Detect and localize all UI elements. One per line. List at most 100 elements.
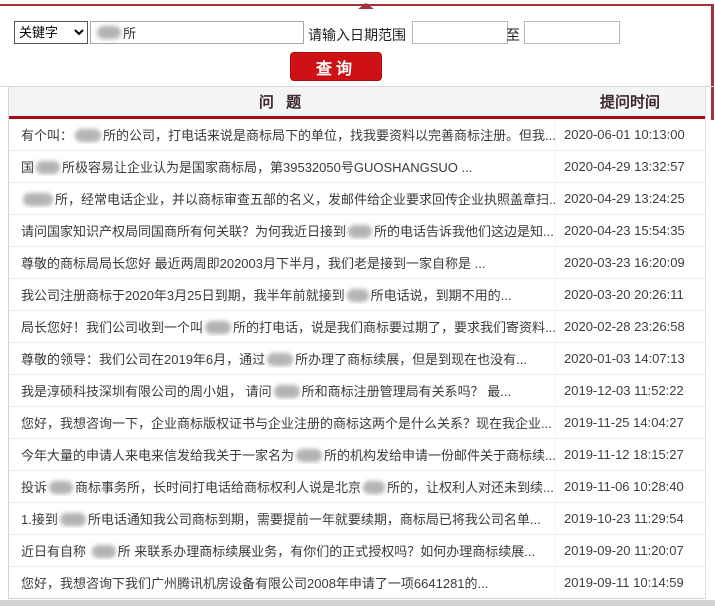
keyword-input-value: 所 <box>123 26 137 41</box>
table-body: 有个叫： 所的公司，打电话来说是商标局下的单位，找我要资料以完善商标注册。但我..… <box>9 119 705 598</box>
active-tab-indicator-triangle <box>358 3 374 9</box>
question-text: 请问国家知识产权局同国商所有何关联？为何我近日接到 <box>21 224 347 239</box>
question-cell[interactable]: 今年大量的申请人来电来信发给我关于一家名为 所的机构发给申请一份邮件关于商标续..… <box>9 445 555 464</box>
date-from-input[interactable] <box>412 21 508 44</box>
time-column-header: 提问时间 <box>599 94 660 111</box>
question-cell[interactable]: 我公司注册商标于2020年3月25日到期，我半年前就接到 所电话说，到期不用的..… <box>9 285 555 304</box>
question-cell[interactable]: 我是淳硕科技深圳有限公司的周小姐， 请问 所和商标注册管理局有关系吗？ 最... <box>9 381 555 400</box>
question-text: 1.接到 <box>21 512 58 527</box>
keyword-search-input[interactable]: 所 <box>90 21 304 44</box>
question-cell[interactable]: 局长您好！我们公司收到一个叫 所的打电话，说是我们商标要过期了，要求我们寄资料..… <box>9 317 555 336</box>
table-row[interactable]: 我公司注册商标于2020年3月25日到期，我半年前就接到 所电话说，到期不用的..… <box>9 279 705 311</box>
table-row[interactable]: 尊敬的领导：我们公司在2019年6月，通过 所办理了商标续展，但是到现在也没有..… <box>9 343 705 375</box>
question-text: 您好，我想咨询下我们广州腾讯机房设备有限公司2008年申请了一项6641281的… <box>21 576 489 591</box>
time-cell: 2019-11-06 10:28:40 <box>555 471 705 502</box>
redacted-text <box>97 26 121 39</box>
table-row[interactable]: 您好，我想咨询一下，企业商标版权证书与企业注册的商标这两个是什么关系？现在我企业… <box>9 407 705 439</box>
redacted-text <box>346 289 369 302</box>
redacted-text <box>205 321 232 334</box>
table-row[interactable]: 投诉 商标事务所，长时间打电话给商标权利人说是北京 所的，让权利人对还未到续... … <box>9 471 705 503</box>
time-cell: 2019-09-11 10:14:59 <box>555 567 705 598</box>
questions-table: 问 题 提问时间 有个叫： 所的公司，打电话来说是商标局下的单位，找我要资料以完善… <box>8 87 706 599</box>
question-text: 有个叫： <box>21 128 74 143</box>
redacted-text <box>348 225 373 238</box>
search-button[interactable]: 查询 <box>290 52 382 81</box>
question-text: 我是淳硕科技深圳有限公司的周小姐， 请问 <box>21 384 272 399</box>
question-cell[interactable]: 国 所极容易让企业认为是国家商标局，第39532050号GUOSHANGSUO .… <box>9 157 555 176</box>
question-cell[interactable]: 请问国家知识产权局同国商所有何关联？为何我近日接到 所的电话告诉我他们这边是知..… <box>9 221 555 240</box>
table-row[interactable]: 国 所极容易让企业认为是国家商标局，第39532050号GUOSHANGSUO .… <box>9 151 705 183</box>
redacted-text <box>59 513 86 526</box>
table-row[interactable]: 您好，我想咨询下我们广州腾讯机房设备有限公司2008年申请了一项6641281的… <box>9 567 705 598</box>
question-cell[interactable]: 尊敬的商标局局长您好 最近两周即202003月下半月，我们老是接到一家自称是 .… <box>9 253 555 272</box>
redacted-text <box>363 481 386 494</box>
table-row[interactable]: 今年大量的申请人来电来信发给我关于一家名为 所的机构发给申请一份邮件关于商标续..… <box>9 439 705 471</box>
redacted-text <box>75 129 102 142</box>
question-text: 所的打电话，说是我们商标要过期了，要求我们寄资料... <box>233 320 555 335</box>
question-text: 所，经常电话企业，并以商标审查五部的名义，发邮件给企业要求回传企业执照盖章扫..… <box>55 192 555 207</box>
table-header-row: 问 题 提问时间 <box>9 87 705 119</box>
table-row[interactable]: 尊敬的商标局局长您好 最近两周即202003月下半月，我们老是接到一家自称是 .… <box>9 247 705 279</box>
time-cell: 2020-04-23 15:54:35 <box>555 215 705 246</box>
redacted-text <box>23 193 53 206</box>
page-bottom-strip <box>0 600 715 606</box>
time-cell: 2020-01-03 14:07:13 <box>555 343 705 374</box>
question-cell[interactable]: 近日有自称 所 来联系办理商标续展业务，有你们的正式授权吗？如何办理商标续展..… <box>9 541 555 560</box>
question-text: 所的公司，打电话来说是商标局下的单位，找我要资料以完善商标注册。但我... <box>103 128 555 143</box>
time-cell: 2020-03-23 16:20:09 <box>555 247 705 278</box>
question-cell[interactable]: 投诉 商标事务所，长时间打电话给商标权利人说是北京 所的，让权利人对还未到续... <box>9 477 555 496</box>
question-text: 所和商标注册管理局有关系吗？ 最... <box>301 384 512 399</box>
table-row[interactable]: 有个叫： 所的公司，打电话来说是商标局下的单位，找我要资料以完善商标注册。但我..… <box>9 119 705 151</box>
question-text: 近日有自称 <box>21 544 90 559</box>
table-row[interactable]: 局长您好！我们公司收到一个叫 所的打电话，说是我们商标要过期了，要求我们寄资料..… <box>9 311 705 343</box>
question-cell[interactable]: 您好，我想咨询一下，企业商标版权证书与企业注册的商标这两个是什么关系？现在我企业… <box>9 413 555 432</box>
time-cell: 2020-06-01 10:13:00 <box>555 119 705 150</box>
question-text: 局长您好！我们公司收到一个叫 <box>21 320 204 335</box>
table-row[interactable]: 我是淳硕科技深圳有限公司的周小姐， 请问 所和商标注册管理局有关系吗？ 最... … <box>9 375 705 407</box>
keyword-type-select[interactable]: 关键字 <box>14 21 88 44</box>
table-row[interactable]: 请问国家知识产权局同国商所有何关联？为何我近日接到 所的电话告诉我他们这边是知..… <box>9 215 705 247</box>
table-row[interactable]: 所，经常电话企业，并以商标审查五部的名义，发邮件给企业要求回传企业执照盖章扫..… <box>9 183 705 215</box>
question-cell[interactable]: 所，经常电话企业，并以商标审查五部的名义，发邮件给企业要求回传企业执照盖章扫..… <box>9 189 555 208</box>
page: 关键字 所 请输入日期范围 至 查询 问 题 提问时间 有个叫： 所的公司，打电话… <box>0 0 715 606</box>
time-cell: 2019-11-25 14:04:27 <box>555 407 705 438</box>
time-cell: 2020-04-29 13:32:57 <box>555 151 705 182</box>
question-text: 我公司注册商标于2020年3月25日到期，我半年前就接到 <box>21 288 345 303</box>
time-cell: 2020-04-29 13:24:25 <box>555 183 705 214</box>
question-text: 所办理了商标续展，但是到现在也没有... <box>295 352 527 367</box>
time-cell: 2019-10-23 11:29:54 <box>555 503 705 534</box>
question-cell[interactable]: 有个叫： 所的公司，打电话来说是商标局下的单位，找我要资料以完善商标注册。但我..… <box>9 125 555 144</box>
date-to-input[interactable] <box>524 21 620 44</box>
question-text: 尊敬的领导：我们公司在2019年6月，通过 <box>21 352 266 367</box>
time-cell: 2019-12-03 11:52:22 <box>555 375 705 406</box>
time-cell: 2019-11-12 18:15:27 <box>555 439 705 470</box>
redacted-text <box>36 161 61 174</box>
redacted-text <box>273 385 300 398</box>
question-text: 所电话通知我公司商标到期，需要提前一年就要续期，商标局已将我公司名单... <box>87 512 541 527</box>
question-text: 所极容易让企业认为是国家商标局，第39532050号GUOSHANGSUO ..… <box>62 160 473 175</box>
question-cell[interactable]: 1.接到 所电话通知我公司商标到期，需要提前一年就要续期，商标局已将我公司名单..… <box>9 509 555 528</box>
question-cell[interactable]: 您好，我想咨询下我们广州腾讯机房设备有限公司2008年申请了一项6641281的… <box>9 573 555 592</box>
date-to-label: 至 <box>506 27 520 43</box>
question-cell[interactable]: 尊敬的领导：我们公司在2019年6月，通过 所办理了商标续展，但是到现在也没有..… <box>9 349 555 368</box>
table-row[interactable]: 1.接到 所电话通知我公司商标到期，需要提前一年就要续期，商标局已将我公司名单..… <box>9 503 705 535</box>
time-cell: 2020-02-28 23:26:58 <box>555 311 705 342</box>
question-text: 尊敬的商标局局长您好 最近两周即202003月下半月，我们老是接到一家自称是 .… <box>21 256 486 271</box>
time-cell: 2020-03-20 20:26:11 <box>555 279 705 310</box>
redacted-text <box>267 353 294 366</box>
question-text: 商标事务所，长时间打电话给商标权利人说是北京 <box>75 480 362 495</box>
question-text: 国 <box>21 160 35 175</box>
time-cell: 2019-09-20 11:20:07 <box>555 535 705 566</box>
question-text: 今年大量的申请人来电来信发给我关于一家名为 <box>21 448 295 463</box>
question-text: 所 来联系办理商标续展业务，有你们的正式授权吗？如何办理商标续展... <box>117 544 536 559</box>
question-text: 所的机构发给申请一份邮件关于商标续... <box>324 448 555 463</box>
question-text: 所的电话告诉我他们这边是知... <box>374 224 554 239</box>
question-text: 您好，我想咨询一下，企业商标版权证书与企业注册的商标这两个是什么关系？现在我企业… <box>21 416 552 431</box>
question-text: 所的，让权利人对还未到续... <box>387 480 554 495</box>
redacted-text <box>49 481 74 494</box>
table-row[interactable]: 近日有自称 所 来联系办理商标续展业务，有你们的正式授权吗？如何办理商标续展..… <box>9 535 705 567</box>
question-text: 投诉 <box>21 480 48 495</box>
question-column-header: 问 题 <box>258 94 306 111</box>
redacted-text <box>91 545 116 558</box>
date-range-label: 请输入日期范围 <box>308 27 406 43</box>
